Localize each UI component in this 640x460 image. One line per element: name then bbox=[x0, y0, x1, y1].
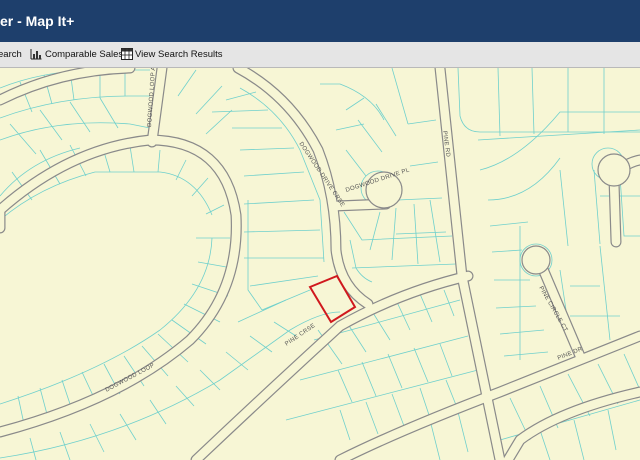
parcel-map[interactable]: DOGWOOD LOOP AVE DOGWOOD DRIVE CRSE DOGW… bbox=[0, 68, 640, 460]
parcel-map-canvas[interactable] bbox=[0, 68, 640, 460]
map-toolbar: earch Comparable Sales View Search Resul… bbox=[0, 42, 640, 68]
app-header: er - Map It+ bbox=[0, 0, 640, 42]
view-search-results-button[interactable]: View Search Results bbox=[121, 42, 222, 68]
app-title: er - Map It+ bbox=[0, 13, 75, 29]
view-search-results-label: View Search Results bbox=[135, 49, 223, 60]
comparable-sales-button[interactable]: Comparable Sales bbox=[30, 42, 123, 68]
comparable-sales-label: Comparable Sales bbox=[45, 49, 124, 60]
search-button[interactable]: earch bbox=[0, 42, 22, 68]
search-label: earch bbox=[0, 49, 22, 60]
table-grid-icon bbox=[121, 48, 133, 60]
bar-chart-icon bbox=[30, 49, 42, 60]
